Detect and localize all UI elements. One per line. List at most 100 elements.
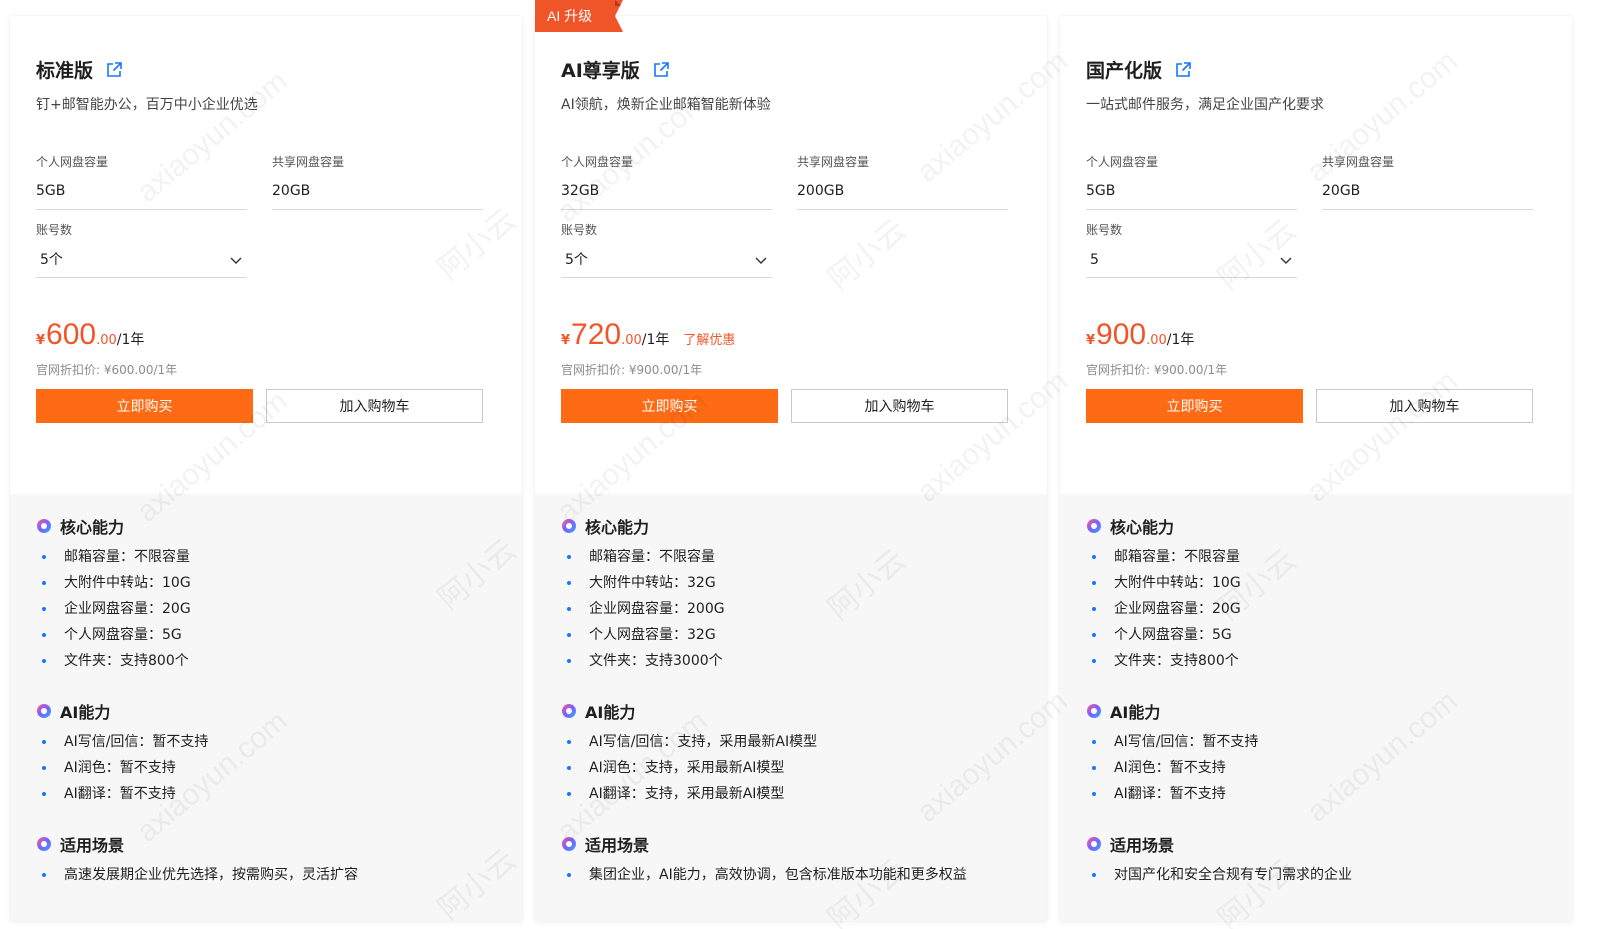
feature-section-header: 适用场景 [1086, 832, 1552, 856]
plan-cards: 标准版 钉+邮智能办公，百万中小企业优选 个人网盘容量 5GB 共享网盘容量 2… [10, 0, 1590, 921]
external-link-icon[interactable] [1174, 61, 1192, 79]
accounts-select-value: 5 [1090, 251, 1099, 268]
plan-subtitle: 钉+邮智能办公，百万中小企业优选 [36, 97, 258, 113]
feature-section-icon [37, 519, 51, 533]
feature-section-header: AI能力 [1086, 699, 1552, 723]
feature-section: 适用场景高速发展期企业优先选择，按需购买，灵活扩容 [36, 832, 502, 888]
feature-item: AI润色：支持，采用最新AI模型 [561, 755, 1027, 781]
accounts-select[interactable]: 5 [1086, 248, 1297, 278]
feature-list: 邮箱容量：不限容量 大附件中转站：10G 企业网盘容量：20G 个人网盘容量：5G 文件… [1086, 544, 1552, 674]
feature-item: AI写信/回信：支持，采用最新AI模型 [561, 729, 1027, 755]
buy-now-button[interactable]: 立即购买 [1086, 389, 1303, 423]
buy-now-button[interactable]: 立即购买 [561, 389, 778, 423]
price-unit: /1年 [1166, 332, 1195, 348]
feature-item: 文件夹：支持3000个 [561, 648, 1027, 674]
promo-link[interactable]: 了解优惠 [683, 329, 735, 348]
feature-section-title: 适用场景 [585, 836, 650, 855]
feature-item: AI润色：暂不支持 [36, 755, 502, 781]
external-link-icon[interactable] [105, 61, 123, 79]
feature-section-title: AI能力 [60, 703, 111, 722]
add-to-cart-button[interactable]: 加入购物车 [266, 389, 483, 423]
plan-features: 核心能力邮箱容量：不限容量 大附件中转站：10G 企业网盘容量：20G 个人网盘容量：… [1060, 494, 1572, 921]
plan-badge-fold [615, 0, 621, 6]
price-decimal: .00 [1146, 333, 1167, 348]
price-unit: /1年 [641, 332, 670, 348]
shared-disk-field: 共享网盘容量 20GB [1322, 153, 1533, 210]
shared-disk-label: 共享网盘容量 [1322, 155, 1395, 169]
feature-list: 对国产化和安全合规有专门需求的企业 [1086, 862, 1552, 888]
feature-section-icon [37, 837, 51, 851]
buy-now-button[interactable]: 立即购买 [36, 389, 253, 423]
feature-section-header: 适用场景 [36, 832, 502, 856]
feature-list: 集团企业，AI能力，高效协调，包含标准版本功能和更多权益 [561, 862, 1027, 888]
plan-card: 标准版 钉+邮智能办公，百万中小企业优选 个人网盘容量 5GB 共享网盘容量 2… [10, 16, 522, 921]
feature-item: 企业网盘容量：20G [1086, 596, 1552, 622]
feature-section-title: 适用场景 [1110, 836, 1175, 855]
price-integer: 600 [46, 318, 97, 351]
feature-section-title: AI能力 [585, 703, 636, 722]
feature-section-header: AI能力 [36, 699, 502, 723]
feature-section-title: 核心能力 [1110, 518, 1175, 537]
feature-section: 适用场景对国产化和安全合规有专门需求的企业 [1086, 832, 1552, 888]
feature-section-icon [37, 704, 51, 718]
price-row: ¥ 720 .00 /1年 了解优惠 [561, 318, 735, 352]
accounts-select-value: 5个 [565, 251, 588, 268]
plan-subtitle: AI领航，焕新企业邮箱智能新体验 [561, 97, 771, 113]
shared-disk-value: 20GB [272, 180, 483, 210]
add-to-cart-button[interactable]: 加入购物车 [1316, 389, 1533, 423]
plan-card-header: 标准版 钉+邮智能办公，百万中小企业优选 个人网盘容量 5GB 共享网盘容量 2… [10, 16, 522, 494]
plan-title: 国产化版 [1086, 60, 1163, 82]
chevron-down-icon [1280, 257, 1292, 264]
accounts-select-value: 5个 [40, 251, 63, 268]
plan-features: 核心能力 邮箱容量：不限容量 大附件中转站：10G 企业网盘容量：20G 个人网盘容量：… [10, 494, 522, 921]
original-price: 官网折扣价: ¥900.00/1年 [1086, 363, 1228, 377]
feature-item: 对国产化和安全合规有专门需求的企业 [1086, 862, 1552, 888]
price-currency: ¥ [36, 333, 46, 348]
plan-card: 国产化版 一站式邮件服务，满足企业国产化要求 个人网盘容量 5GB 共享网盘容量… [1060, 16, 1572, 921]
feature-section-title: AI能力 [1110, 703, 1161, 722]
plan-title-row: 国产化版 [1086, 56, 1192, 83]
add-to-cart-button[interactable]: 加入购物车 [791, 389, 1008, 423]
personal-disk-field: 个人网盘容量 5GB [1086, 153, 1297, 210]
feature-item: AI润色：暂不支持 [1086, 755, 1552, 781]
feature-item: 个人网盘容量：32G [561, 622, 1027, 648]
personal-disk-value: 5GB [1086, 180, 1297, 210]
feature-list: 邮箱容量：不限容量 大附件中转站：32G 企业网盘容量：200G 个人网盘容量：32G… [561, 544, 1027, 674]
accounts-select[interactable]: 5个 [36, 248, 247, 278]
feature-section-icon [1087, 519, 1101, 533]
plan-title-row: AI尊享版 [561, 56, 670, 83]
personal-disk-value: 5GB [36, 180, 247, 210]
original-price: 官网折扣价: ¥600.00/1年 [36, 363, 178, 377]
personal-disk-field: 个人网盘容量 32GB [561, 153, 772, 210]
feature-list: AI写信/回信：暂不支持 AI润色：暂不支持 AI翻译：暂不支持 [1086, 729, 1552, 807]
feature-section-header: 核心能力 [561, 514, 1027, 538]
feature-list: 邮箱容量：不限容量 大附件中转站：10G 企业网盘容量：20G 个人网盘容量：5G 文件… [36, 544, 502, 674]
feature-item: 集团企业，AI能力，高效协调，包含标准版本功能和更多权益 [561, 862, 1027, 888]
chevron-down-icon [230, 257, 242, 264]
feature-item: 高速发展期企业优先选择，按需购买，灵活扩容 [36, 862, 502, 888]
feature-section-icon [1087, 837, 1101, 851]
accounts-select[interactable]: 5个 [561, 248, 772, 278]
plan-card-header: 国产化版 一站式邮件服务，满足企业国产化要求 个人网盘容量 5GB 共享网盘容量… [1060, 16, 1572, 494]
feature-item: 个人网盘容量：5G [36, 622, 502, 648]
external-link-icon[interactable] [652, 61, 670, 79]
price-integer: 720 [571, 318, 622, 351]
original-price: 官网折扣价: ¥900.00/1年 [561, 363, 703, 377]
price-row: ¥ 900 .00 /1年 [1086, 318, 1194, 352]
feature-section: 核心能力邮箱容量：不限容量 大附件中转站：32G 企业网盘容量：200G 个人网盘容量… [561, 514, 1027, 674]
feature-section: 核心能力邮箱容量：不限容量 大附件中转站：10G 企业网盘容量：20G 个人网盘容量：… [1086, 514, 1552, 674]
feature-item: 大附件中转站：10G [36, 570, 502, 596]
price-currency: ¥ [1086, 333, 1096, 348]
feature-item: 邮箱容量：不限容量 [1086, 544, 1552, 570]
feature-item: AI写信/回信：暂不支持 [1086, 729, 1552, 755]
feature-section-header: 核心能力 [1086, 514, 1552, 538]
feature-list: AI写信/回信：暂不支持 AI润色：暂不支持 AI翻译：暂不支持 [36, 729, 502, 807]
accounts-label: 账号数 [561, 223, 598, 237]
feature-list: AI写信/回信：支持，采用最新AI模型 AI润色：支持，采用最新AI模型 AI翻译：… [561, 729, 1027, 807]
personal-disk-label: 个人网盘容量 [561, 155, 634, 169]
shared-disk-field: 共享网盘容量 200GB [797, 153, 1008, 210]
shared-disk-value: 200GB [797, 180, 1008, 210]
accounts-label: 账号数 [36, 223, 73, 237]
price-unit: /1年 [116, 332, 145, 348]
plan-card-header: AI 升级 AI尊享版 AI领航，焕新企业邮箱智能新体验 个人网盘容量 32GB… [535, 0, 1047, 494]
